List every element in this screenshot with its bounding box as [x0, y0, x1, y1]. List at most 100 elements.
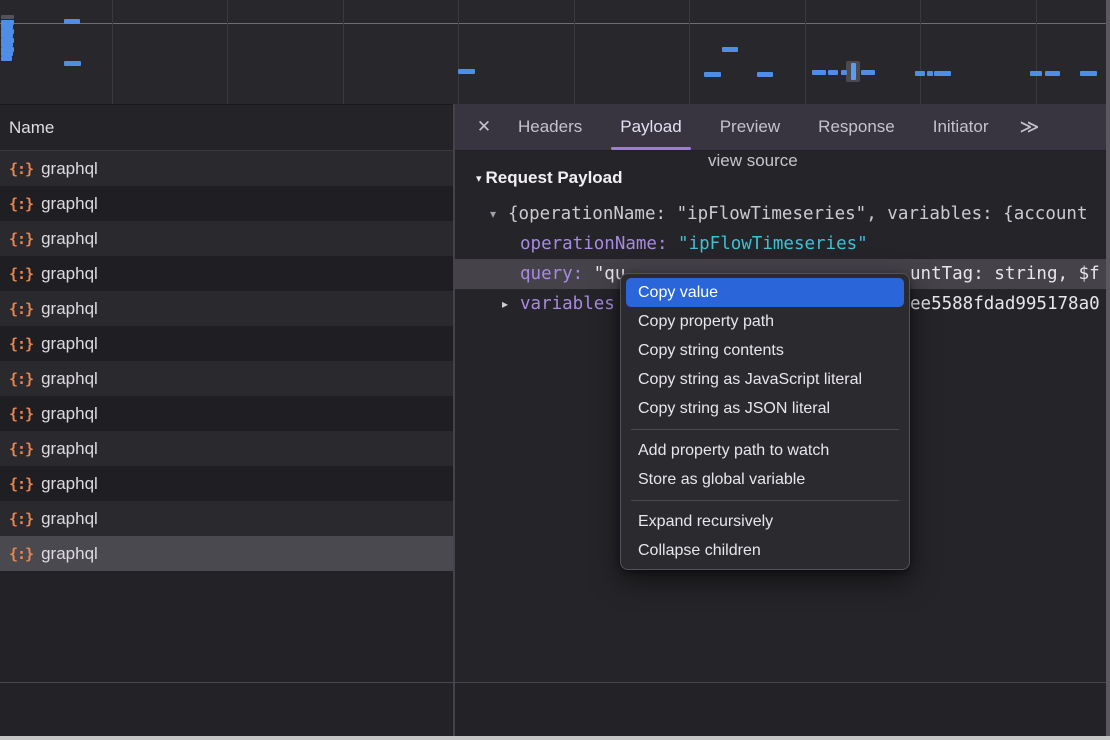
network-overview-timeline[interactable]: [0, 0, 1110, 105]
overview-request-bar: [915, 71, 925, 76]
overview-request-bar: [757, 72, 773, 77]
context-menu-item-copy-string-as-json-literal[interactable]: Copy string as JSON literal: [621, 394, 909, 423]
payload-root-preview-row[interactable]: ▾ {operationName: "ipFlowTimeseries", va…: [455, 199, 1110, 229]
property-key: operationName:: [520, 234, 678, 254]
expand-icon[interactable]: ▸: [502, 289, 508, 319]
json-braces-icon: {:}: [9, 475, 33, 493]
overview-request-bar: [722, 47, 738, 52]
tab-response[interactable]: Response: [799, 104, 914, 150]
request-name-label: graphql: [41, 334, 98, 354]
menu-divider: [631, 429, 899, 430]
request-row[interactable]: {:}graphql: [0, 501, 453, 536]
overview-request-bar: [861, 70, 875, 75]
panel-resize-divider[interactable]: [453, 104, 455, 736]
overview-request-bar: [934, 71, 951, 76]
request-row[interactable]: {:} graphql: [0, 431, 453, 466]
request-name-label: graphql: [41, 509, 98, 529]
overview-gridline: [689, 0, 690, 104]
overview-gridline: [574, 0, 575, 104]
context-menu-item-copy-property-path[interactable]: Copy property path: [621, 307, 909, 336]
devtools-network-panel: Name {:}graphql{:}graphql{:}graphql{:}gr…: [0, 0, 1110, 740]
overview-request-bar: [812, 70, 826, 75]
property-key: variables: [520, 294, 615, 314]
request-row[interactable]: {:} graphql: [0, 221, 453, 256]
expand-collapse-icon[interactable]: ▾: [490, 199, 496, 229]
request-name-label: graphql: [41, 544, 98, 564]
json-braces-icon: {:}: [9, 440, 33, 458]
request-name-label: graphql: [41, 264, 98, 284]
overview-gridline: [1036, 0, 1037, 104]
request-row[interactable]: {:} graphql: [0, 256, 453, 291]
json-braces-icon: {:}: [9, 300, 33, 318]
request-row[interactable]: {:}graphql: [0, 396, 453, 431]
requests-name-column-header[interactable]: Name: [0, 105, 453, 151]
request-row[interactable]: {:} graphql: [0, 326, 453, 361]
context-menu: Copy valueCopy property pathCopy string …: [620, 273, 910, 570]
overview-request-bar: [1080, 71, 1097, 76]
json-braces-icon: {:}: [9, 265, 33, 283]
request-name-label: graphql: [41, 194, 98, 214]
json-braces-icon: {:}: [9, 230, 33, 248]
request-row[interactable]: {:} graphql: [0, 291, 453, 326]
request-name-label: graphql: [41, 159, 98, 179]
overview-divider-line: [0, 23, 1110, 24]
overview-gridline: [920, 0, 921, 104]
overview-request-bar: [64, 19, 80, 24]
json-braces-icon: {:}: [9, 335, 33, 353]
request-name-label: graphql: [41, 299, 98, 319]
window-right-edge: [1106, 0, 1110, 736]
section-title: Request Payload: [486, 168, 623, 188]
property-value: "ipFlowTimeseries": [678, 234, 868, 254]
payload-root-preview-text: {operationName: "ipFlowTimeseries", vari…: [508, 199, 1087, 229]
close-icon: ✕: [477, 117, 491, 137]
overview-gray-bar: [1, 15, 14, 19]
property-row-operationname[interactable]: operationName: "ipFlowTimeseries": [455, 229, 1110, 259]
request-row[interactable]: {:}graphql: [0, 536, 453, 571]
request-name-label: graphql: [41, 229, 98, 249]
overview-request-bar: [1030, 71, 1042, 76]
request-row[interactable]: {:}graphql: [0, 151, 453, 186]
more-tabs-button[interactable]: ≫: [1007, 104, 1051, 150]
view-source-link[interactable]: view source: [708, 151, 798, 171]
overview-gridline: [805, 0, 806, 104]
context-menu-item-copy-value[interactable]: Copy value: [626, 278, 904, 307]
context-menu-item-expand-recursively[interactable]: Expand recursively: [621, 507, 909, 536]
request-payload-section-header: ▾ Request Payload: [455, 163, 623, 193]
context-menu-item-add-property-path-to-watch[interactable]: Add property path to watch: [621, 436, 909, 465]
property-value-tail: ee5588fdad995178a0: [910, 289, 1100, 319]
property-key: query:: [520, 264, 594, 284]
context-menu-item-collapse-children[interactable]: Collapse children: [621, 536, 909, 565]
json-braces-icon: {:}: [9, 405, 33, 423]
tabs: HeadersPayloadPreviewResponseInitiator: [499, 104, 1007, 150]
overview-gridline: [343, 0, 344, 104]
tab-preview[interactable]: Preview: [701, 104, 799, 150]
request-name-label: graphql: [41, 439, 98, 459]
detail-tabbar: ✕ HeadersPayloadPreviewResponseInitiator…: [455, 104, 1110, 151]
close-panel-button[interactable]: ✕: [469, 104, 499, 150]
overview-gridline: [227, 0, 228, 104]
context-menu-item-store-as-global-variable[interactable]: Store as global variable: [621, 465, 909, 494]
context-menu-item-copy-string-as-javascript-literal[interactable]: Copy string as JavaScript literal: [621, 365, 909, 394]
overview-request-bar: [828, 70, 838, 75]
section-disclosure-icon[interactable]: ▾: [476, 172, 482, 185]
request-row[interactable]: {:} graphql: [0, 466, 453, 501]
json-braces-icon: {:}: [9, 370, 33, 388]
request-name-label: graphql: [41, 369, 98, 389]
overview-marker-bar: [851, 63, 856, 80]
overview-request-bar: [1, 56, 12, 61]
tab-payload[interactable]: Payload: [601, 104, 700, 150]
context-menu-item-copy-string-contents[interactable]: Copy string contents: [621, 336, 909, 365]
request-row[interactable]: {:} graphql: [0, 361, 453, 396]
tab-initiator[interactable]: Initiator: [914, 104, 1008, 150]
tab-headers[interactable]: Headers: [499, 104, 601, 150]
request-name-label: graphql: [41, 474, 98, 494]
requests-list: {:} graphql {:} graphql {:} graphql {:} graphql…: [0, 151, 453, 571]
json-braces-icon: {:}: [9, 195, 33, 213]
property-value-tail: untTag: string, $f: [910, 259, 1100, 289]
overview-request-bar: [927, 71, 933, 76]
request-row[interactable]: {:} graphql: [0, 186, 453, 221]
overview-request-bar: [458, 69, 475, 74]
menu-divider: [631, 500, 899, 501]
overflow-chevrons-icon: ≫: [1019, 116, 1039, 139]
window-bottom-edge: [0, 736, 1110, 740]
